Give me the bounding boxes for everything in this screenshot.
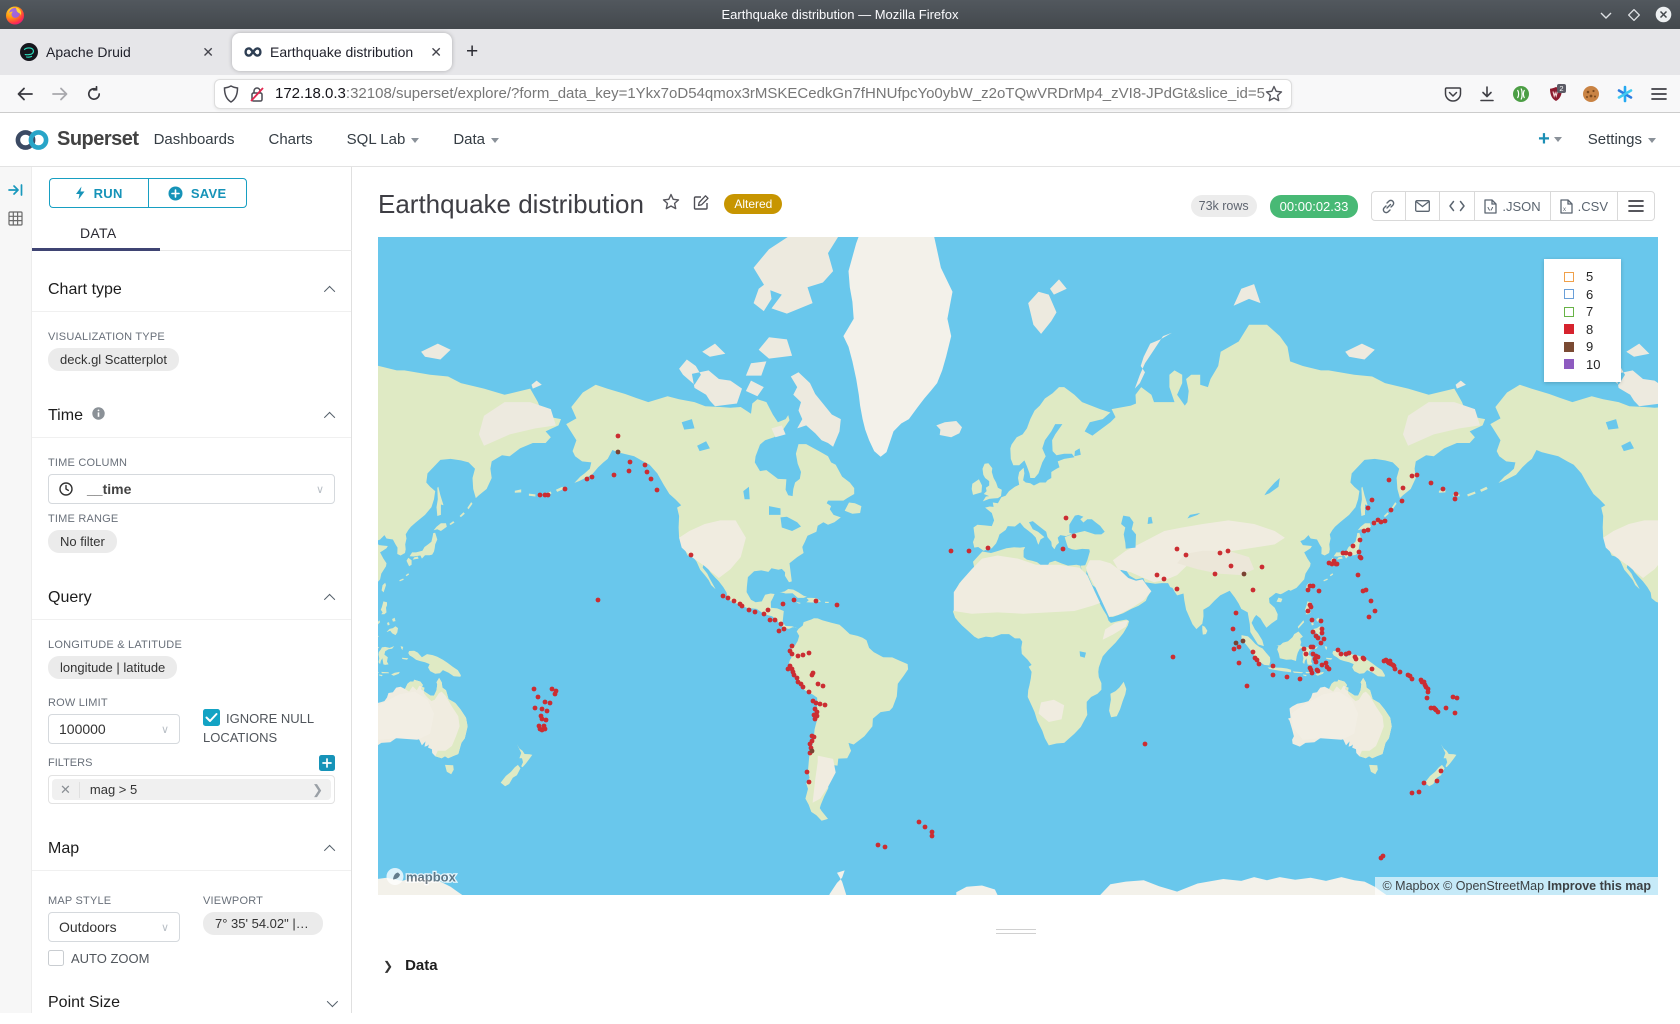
svg-text:mapbox: mapbox	[406, 870, 457, 885]
svg-text:2: 2	[1559, 84, 1563, 93]
svg-text:x: x	[1563, 207, 1566, 213]
